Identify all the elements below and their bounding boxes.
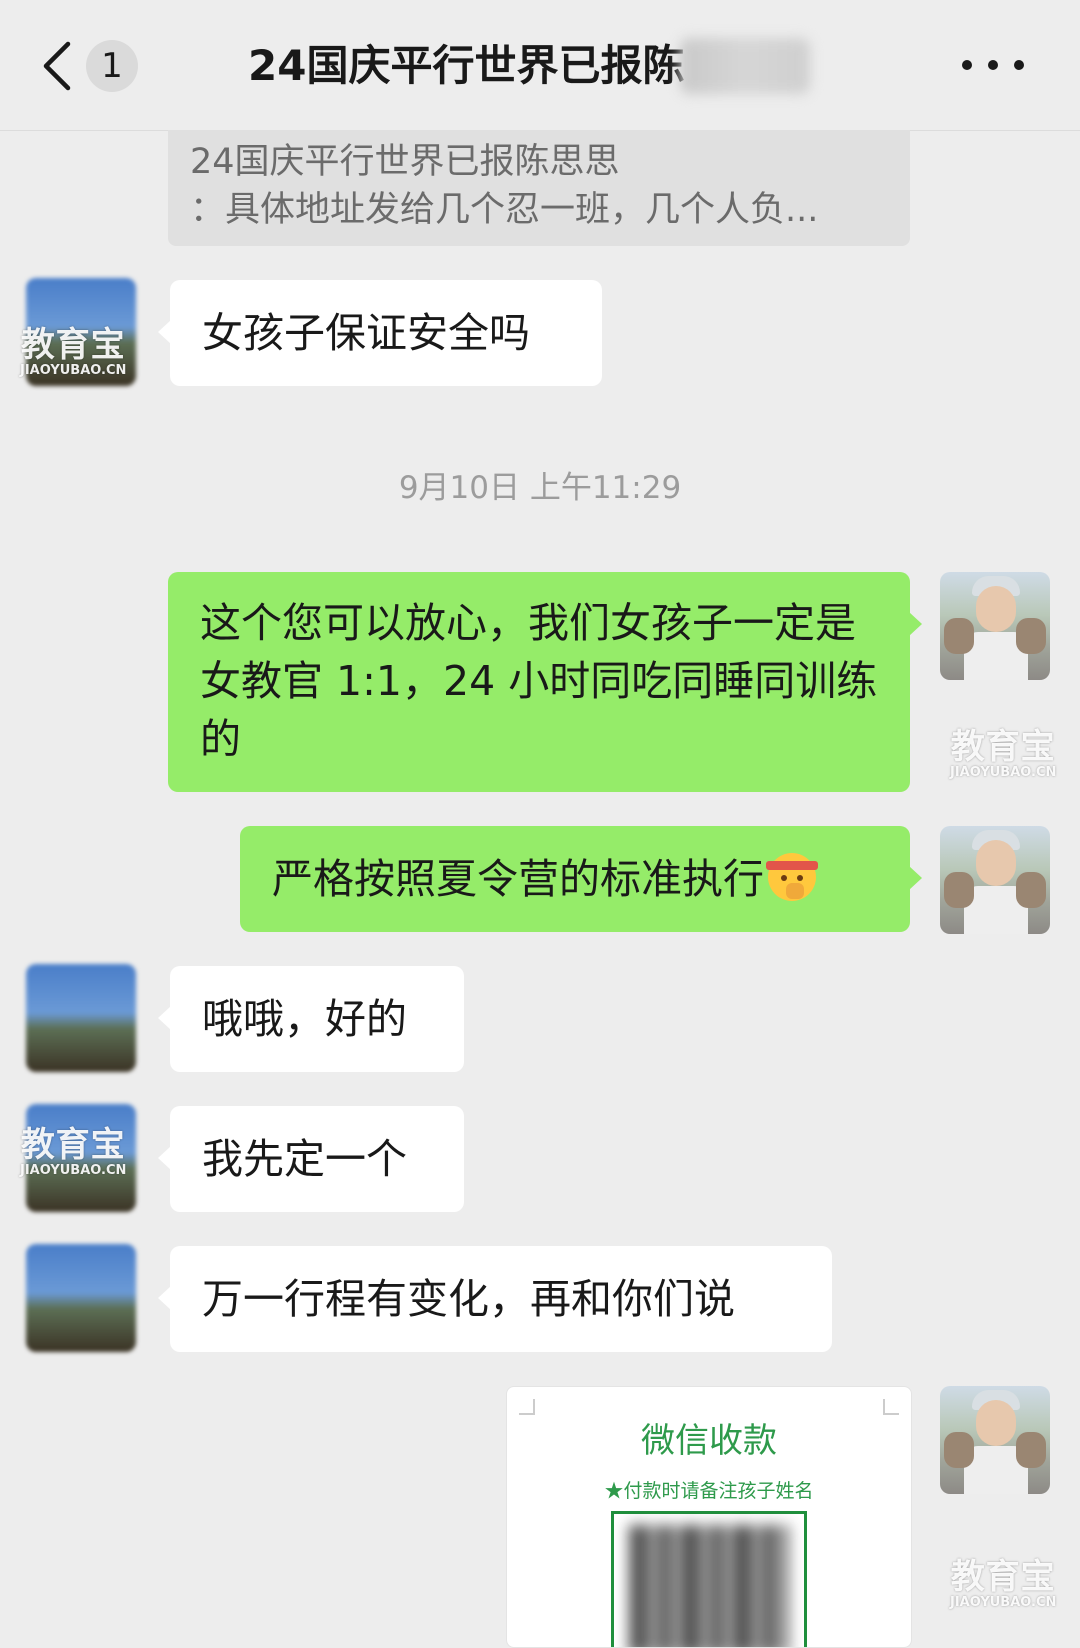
- payment-card-title: 微信收款: [641, 1421, 777, 1461]
- message-text: 万一行程有变化，再和你们说: [202, 1275, 735, 1323]
- back-button[interactable]: [38, 38, 78, 94]
- message-text: 我先定一个: [202, 1135, 407, 1183]
- message-bubble-received[interactable]: 哦哦，好的: [158, 966, 464, 1072]
- more-options-button[interactable]: [954, 50, 1034, 80]
- determined-face-emoji-icon: [766, 853, 818, 901]
- message-bubble-sent[interactable]: 严格按照夏令营的标准执行: [240, 826, 922, 932]
- payment-qr-image-message[interactable]: 微信收款 ★付款时请备注孩子姓名: [506, 1386, 912, 1648]
- watermark-logo: 教育宝 JIAOYUBAO.CN: [20, 325, 127, 378]
- payment-card-subtitle: ★付款时请备注孩子姓名: [604, 1480, 814, 1502]
- redacted-title-part: [680, 38, 810, 94]
- watermark-logo: 教育宝 JIAOYUBAO.CN: [950, 1557, 1057, 1610]
- self-avatar[interactable]: [940, 572, 1050, 680]
- message-bubble-received[interactable]: 我先定一个: [158, 1106, 464, 1212]
- message-bubble-sent[interactable]: 这个您可以放心，我们女孩子一定是女教官 1:1，24 小时同吃同睡同训练的: [168, 572, 922, 792]
- message-timestamp: 9月10日 上午11:29: [398, 470, 682, 506]
- ellipsis-icon: [962, 60, 972, 70]
- chevron-left-icon: [43, 41, 71, 91]
- contact-avatar[interactable]: [26, 1244, 136, 1352]
- message-text: 严格按照夏令营的标准执行: [272, 855, 764, 903]
- quoted-sender: 24国庆平行世界已报陈思思: [190, 142, 620, 182]
- message-bubble-received[interactable]: 女孩子保证安全吗: [158, 280, 602, 386]
- chat-header: 1 24国庆平行世界已报陈: [0, 0, 1080, 131]
- quoted-text: ：具体地址发给几个忍一班，几个人负...: [190, 190, 819, 230]
- contact-avatar[interactable]: [26, 964, 136, 1072]
- self-avatar[interactable]: [940, 826, 1050, 934]
- qr-code-blurred: [629, 1525, 789, 1647]
- message-bubble-received[interactable]: 万一行程有变化，再和你们说: [158, 1246, 832, 1352]
- self-avatar[interactable]: [940, 1386, 1050, 1494]
- quoted-message[interactable]: 24国庆平行世界已报陈思思 ：具体地址发给几个忍一班，几个人负...: [168, 130, 910, 246]
- message-text: 这个您可以放心，我们女孩子一定是女教官 1:1，24 小时同吃同睡同训练的: [200, 599, 878, 763]
- watermark-logo: 教育宝 JIAOYUBAO.CN: [20, 1125, 127, 1178]
- message-text: 女孩子保证安全吗: [202, 309, 530, 357]
- watermark-logo: 教育宝 JIAOYUBAO.CN: [950, 727, 1057, 780]
- message-text: 哦哦，好的: [202, 995, 407, 1043]
- unread-count-badge[interactable]: 1: [86, 40, 138, 92]
